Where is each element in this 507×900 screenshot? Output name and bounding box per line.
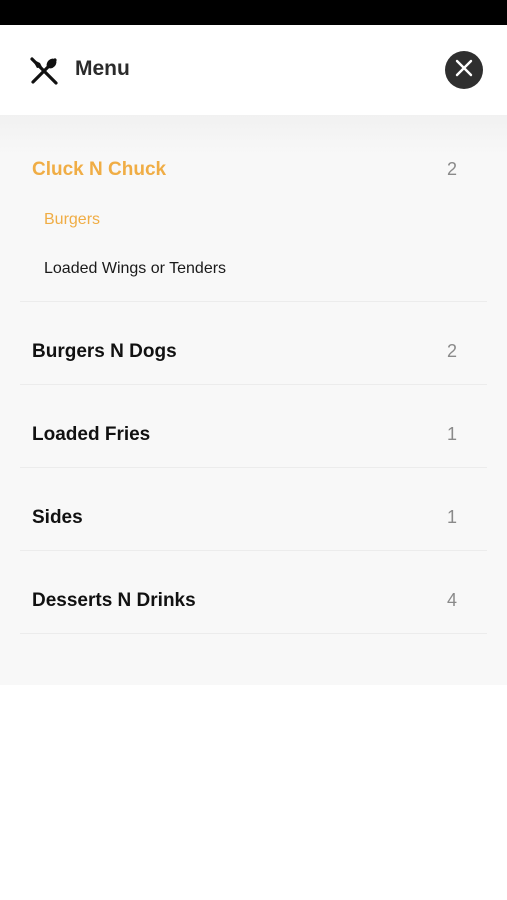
- subcategory-loaded-wings-or-tenders[interactable]: Loaded Wings or Tenders: [44, 260, 226, 278]
- category-count: 2: [446, 159, 457, 179]
- category-label: Burgers N Dogs: [32, 341, 177, 362]
- category-loaded-fries: Loaded Fries 1: [20, 385, 487, 468]
- category-count: 1: [446, 424, 457, 444]
- status-bar: [0, 0, 507, 25]
- category-sides: Sides 1: [20, 468, 487, 551]
- page-title: Menu: [75, 57, 130, 80]
- category-row[interactable]: Sides 1: [20, 503, 487, 533]
- category-panel: Cluck N Chuck 2 Burgers Loaded Wings or …: [0, 115, 507, 685]
- category-count: 1: [446, 507, 457, 527]
- category-label: Sides: [32, 507, 83, 528]
- category-label: Cluck N Chuck: [32, 159, 167, 180]
- category-row[interactable]: Loaded Fries 1: [20, 420, 487, 450]
- category-desserts-n-drinks: Desserts N Drinks 4: [20, 551, 487, 634]
- category-count: 2: [446, 341, 457, 361]
- category-cluck-n-chuck: Cluck N Chuck 2 Burgers Loaded Wings or …: [20, 135, 487, 302]
- category-row[interactable]: Desserts N Drinks 4: [20, 586, 487, 616]
- category-label: Loaded Fries: [32, 424, 151, 445]
- category-label: Desserts N Drinks: [32, 590, 196, 611]
- close-button[interactable]: [445, 51, 483, 89]
- subcategory-burgers[interactable]: Burgers: [44, 211, 100, 229]
- close-icon: [455, 59, 473, 82]
- menu-header: Menu: [0, 25, 507, 115]
- category-row[interactable]: Burgers N Dogs 2: [20, 337, 487, 367]
- category-count: 4: [446, 590, 457, 610]
- fork-knife-icon: [28, 55, 60, 87]
- category-row[interactable]: Cluck N Chuck 2: [20, 155, 487, 185]
- category-burgers-n-dogs: Burgers N Dogs 2: [20, 302, 487, 385]
